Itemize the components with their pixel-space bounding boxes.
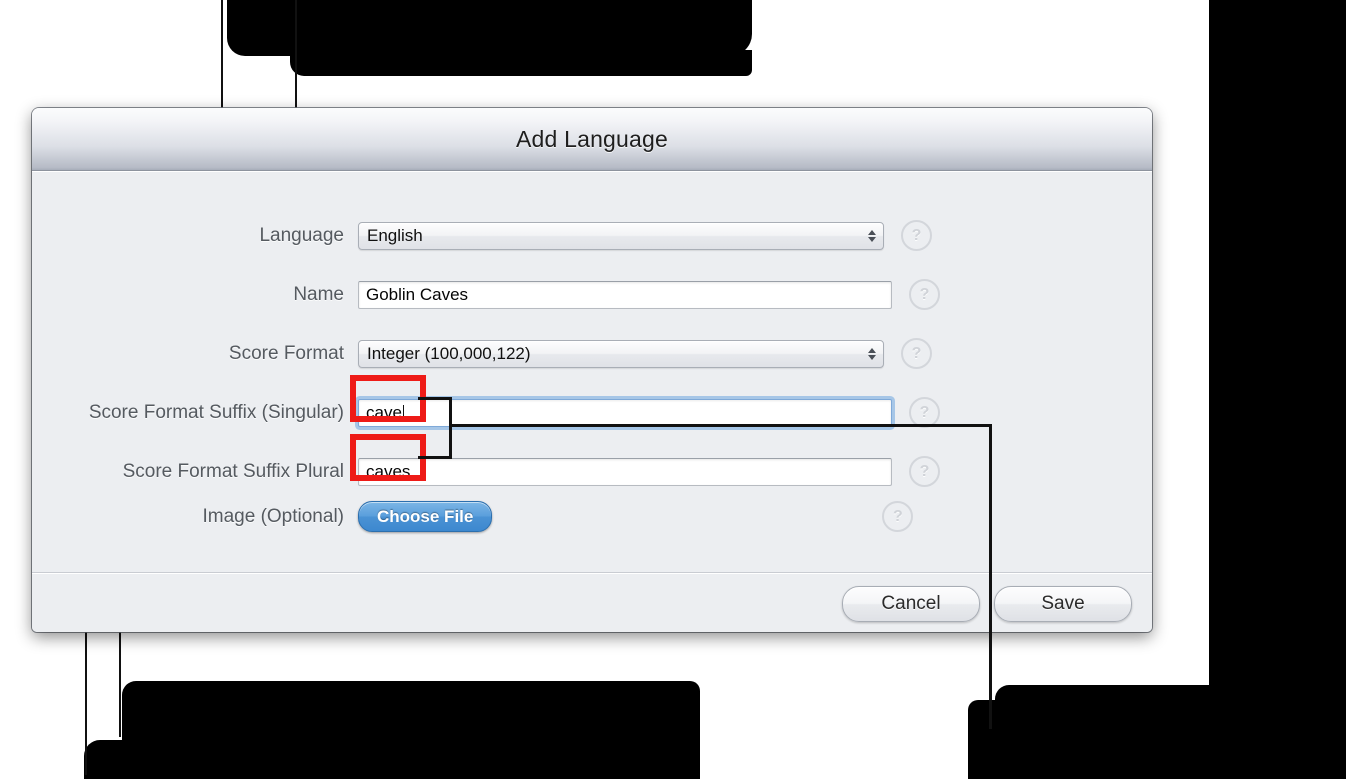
label-name: Name bbox=[293, 283, 344, 305]
dialog-titlebar: Add Language bbox=[32, 108, 1152, 171]
language-select-value: English bbox=[367, 225, 423, 245]
score-format-select-value: Integer (100,000,122) bbox=[367, 343, 531, 363]
score-format-select[interactable]: Integer (100,000,122) bbox=[358, 339, 884, 368]
control-suffix-singular: cave bbox=[358, 398, 892, 427]
control-language: English bbox=[358, 221, 884, 250]
control-image: Choose File bbox=[358, 501, 493, 532]
redacted-region-right bbox=[1209, 0, 1346, 706]
callout-horizontal-run bbox=[449, 424, 992, 427]
redacted-region-right-lower-upper bbox=[995, 685, 1346, 725]
label-image: Image (Optional) bbox=[202, 505, 344, 527]
suffix-singular-input[interactable]: cave bbox=[358, 398, 892, 427]
chevron-updown-icon bbox=[868, 347, 876, 360]
form-row-suffix-plural: Score Format Suffix Plural caves ? bbox=[32, 456, 1152, 487]
form-row-image: Image (Optional) Choose File ? bbox=[32, 501, 1152, 532]
label-suffix-plural: Score Format Suffix Plural bbox=[122, 460, 344, 482]
highlight-suffix-plural-value bbox=[350, 434, 426, 481]
add-language-dialog: Add Language Language English ? Name Gob… bbox=[32, 108, 1152, 632]
callout-vertical-join bbox=[449, 397, 452, 459]
choose-file-button[interactable]: Choose File bbox=[358, 501, 493, 532]
control-name: Goblin Caves bbox=[358, 280, 892, 309]
label-language: Language bbox=[259, 224, 344, 246]
help-icon-name[interactable]: ? bbox=[909, 279, 940, 310]
control-suffix-plural: caves bbox=[358, 457, 892, 486]
help-icon-suffix-plural[interactable]: ? bbox=[909, 456, 940, 487]
label-suffix-singular: Score Format Suffix (Singular) bbox=[88, 401, 344, 423]
help-icon-language[interactable]: ? bbox=[901, 220, 932, 251]
chevron-updown-icon bbox=[868, 229, 876, 242]
form-row-name: Name Goblin Caves ? bbox=[32, 279, 1152, 310]
help-icon-score-format[interactable]: ? bbox=[901, 338, 932, 369]
redacted-region-bottom-left-lower bbox=[84, 740, 700, 779]
name-input-value: Goblin Caves bbox=[366, 284, 469, 304]
dialog-title: Add Language bbox=[515, 125, 669, 152]
name-input[interactable]: Goblin Caves bbox=[358, 280, 892, 309]
callout-vertical-drop bbox=[989, 424, 992, 729]
screenshot-canvas: Add Language Language English ? Name Gob… bbox=[0, 0, 1346, 779]
language-select[interactable]: English bbox=[358, 221, 884, 250]
redacted-region-top-tail bbox=[290, 50, 752, 76]
cancel-button[interactable]: Cancel bbox=[842, 585, 980, 622]
highlight-suffix-singular-value bbox=[350, 375, 426, 422]
dialog-form: Language English ? Name Goblin Caves ? S… bbox=[32, 171, 1152, 572]
label-score-format: Score Format bbox=[228, 342, 344, 364]
dialog-footer: Cancel Save bbox=[32, 572, 1152, 632]
form-row-score-format: Score Format Integer (100,000,122) ? bbox=[32, 338, 1152, 369]
save-button[interactable]: Save bbox=[994, 585, 1132, 622]
callout-stub-singular bbox=[418, 397, 452, 400]
redacted-region-top bbox=[227, 0, 752, 56]
callout-stub-plural bbox=[418, 456, 452, 459]
form-row-language: Language English ? bbox=[32, 220, 1152, 251]
help-icon-image[interactable]: ? bbox=[882, 501, 914, 532]
suffix-plural-input[interactable]: caves bbox=[358, 457, 892, 486]
control-score-format: Integer (100,000,122) bbox=[358, 339, 884, 368]
